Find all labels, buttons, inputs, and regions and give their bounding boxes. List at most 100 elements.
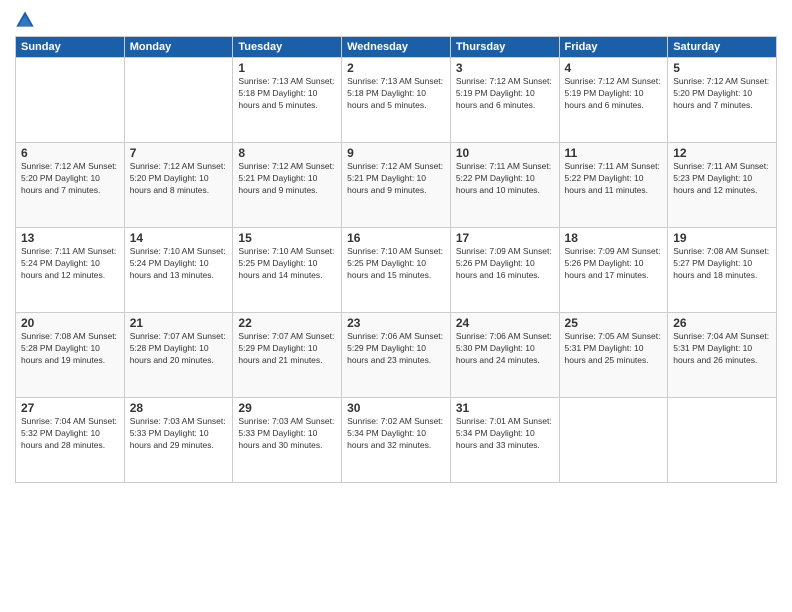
day-info: Sunrise: 7:12 AM Sunset: 5:20 PM Dayligh…	[21, 161, 119, 197]
header-day-monday: Monday	[124, 37, 233, 58]
day-cell: 23Sunrise: 7:06 AM Sunset: 5:29 PM Dayli…	[342, 313, 451, 398]
day-info: Sunrise: 7:03 AM Sunset: 5:33 PM Dayligh…	[130, 416, 228, 452]
day-cell: 31Sunrise: 7:01 AM Sunset: 5:34 PM Dayli…	[450, 398, 559, 483]
calendar: SundayMondayTuesdayWednesdayThursdayFrid…	[15, 36, 777, 483]
day-info: Sunrise: 7:11 AM Sunset: 5:22 PM Dayligh…	[565, 161, 663, 197]
day-number: 29	[238, 401, 336, 415]
day-info: Sunrise: 7:04 AM Sunset: 5:31 PM Dayligh…	[673, 331, 771, 367]
day-info: Sunrise: 7:07 AM Sunset: 5:28 PM Dayligh…	[130, 331, 228, 367]
day-info: Sunrise: 7:12 AM Sunset: 5:19 PM Dayligh…	[565, 76, 663, 112]
day-cell	[16, 58, 125, 143]
day-number: 10	[456, 146, 554, 160]
day-cell: 21Sunrise: 7:07 AM Sunset: 5:28 PM Dayli…	[124, 313, 233, 398]
day-info: Sunrise: 7:11 AM Sunset: 5:23 PM Dayligh…	[673, 161, 771, 197]
day-info: Sunrise: 7:06 AM Sunset: 5:30 PM Dayligh…	[456, 331, 554, 367]
day-number: 24	[456, 316, 554, 330]
day-info: Sunrise: 7:08 AM Sunset: 5:28 PM Dayligh…	[21, 331, 119, 367]
day-number: 15	[238, 231, 336, 245]
day-cell: 26Sunrise: 7:04 AM Sunset: 5:31 PM Dayli…	[668, 313, 777, 398]
day-info: Sunrise: 7:12 AM Sunset: 5:19 PM Dayligh…	[456, 76, 554, 112]
day-cell: 20Sunrise: 7:08 AM Sunset: 5:28 PM Dayli…	[16, 313, 125, 398]
day-cell: 19Sunrise: 7:08 AM Sunset: 5:27 PM Dayli…	[668, 228, 777, 313]
day-info: Sunrise: 7:04 AM Sunset: 5:32 PM Dayligh…	[21, 416, 119, 452]
day-number: 4	[565, 61, 663, 75]
day-info: Sunrise: 7:12 AM Sunset: 5:21 PM Dayligh…	[347, 161, 445, 197]
day-info: Sunrise: 7:08 AM Sunset: 5:27 PM Dayligh…	[673, 246, 771, 282]
day-cell: 15Sunrise: 7:10 AM Sunset: 5:25 PM Dayli…	[233, 228, 342, 313]
logo-icon	[15, 10, 35, 30]
day-number: 7	[130, 146, 228, 160]
day-cell: 16Sunrise: 7:10 AM Sunset: 5:25 PM Dayli…	[342, 228, 451, 313]
day-info: Sunrise: 7:06 AM Sunset: 5:29 PM Dayligh…	[347, 331, 445, 367]
day-number: 3	[456, 61, 554, 75]
calendar-header: SundayMondayTuesdayWednesdayThursdayFrid…	[16, 37, 777, 58]
day-cell: 9Sunrise: 7:12 AM Sunset: 5:21 PM Daylig…	[342, 143, 451, 228]
page: SundayMondayTuesdayWednesdayThursdayFrid…	[0, 0, 792, 612]
day-number: 27	[21, 401, 119, 415]
day-cell: 11Sunrise: 7:11 AM Sunset: 5:22 PM Dayli…	[559, 143, 668, 228]
day-info: Sunrise: 7:11 AM Sunset: 5:22 PM Dayligh…	[456, 161, 554, 197]
header	[15, 10, 777, 30]
day-info: Sunrise: 7:12 AM Sunset: 5:20 PM Dayligh…	[130, 161, 228, 197]
day-info: Sunrise: 7:13 AM Sunset: 5:18 PM Dayligh…	[238, 76, 336, 112]
header-day-thursday: Thursday	[450, 37, 559, 58]
header-day-tuesday: Tuesday	[233, 37, 342, 58]
day-cell: 24Sunrise: 7:06 AM Sunset: 5:30 PM Dayli…	[450, 313, 559, 398]
day-number: 31	[456, 401, 554, 415]
day-info: Sunrise: 7:09 AM Sunset: 5:26 PM Dayligh…	[456, 246, 554, 282]
day-cell: 2Sunrise: 7:13 AM Sunset: 5:18 PM Daylig…	[342, 58, 451, 143]
header-day-friday: Friday	[559, 37, 668, 58]
day-cell: 25Sunrise: 7:05 AM Sunset: 5:31 PM Dayli…	[559, 313, 668, 398]
day-number: 2	[347, 61, 445, 75]
day-number: 11	[565, 146, 663, 160]
day-cell: 18Sunrise: 7:09 AM Sunset: 5:26 PM Dayli…	[559, 228, 668, 313]
day-number: 22	[238, 316, 336, 330]
day-cell: 12Sunrise: 7:11 AM Sunset: 5:23 PM Dayli…	[668, 143, 777, 228]
day-cell: 28Sunrise: 7:03 AM Sunset: 5:33 PM Dayli…	[124, 398, 233, 483]
week-row-1: 1Sunrise: 7:13 AM Sunset: 5:18 PM Daylig…	[16, 58, 777, 143]
day-number: 20	[21, 316, 119, 330]
day-number: 6	[21, 146, 119, 160]
day-number: 12	[673, 146, 771, 160]
day-number: 19	[673, 231, 771, 245]
day-cell	[124, 58, 233, 143]
day-info: Sunrise: 7:11 AM Sunset: 5:24 PM Dayligh…	[21, 246, 119, 282]
day-cell: 13Sunrise: 7:11 AM Sunset: 5:24 PM Dayli…	[16, 228, 125, 313]
day-info: Sunrise: 7:12 AM Sunset: 5:20 PM Dayligh…	[673, 76, 771, 112]
logo	[15, 10, 38, 30]
day-cell: 4Sunrise: 7:12 AM Sunset: 5:19 PM Daylig…	[559, 58, 668, 143]
day-cell: 14Sunrise: 7:10 AM Sunset: 5:24 PM Dayli…	[124, 228, 233, 313]
day-cell: 5Sunrise: 7:12 AM Sunset: 5:20 PM Daylig…	[668, 58, 777, 143]
day-info: Sunrise: 7:05 AM Sunset: 5:31 PM Dayligh…	[565, 331, 663, 367]
day-number: 16	[347, 231, 445, 245]
day-cell: 22Sunrise: 7:07 AM Sunset: 5:29 PM Dayli…	[233, 313, 342, 398]
day-number: 28	[130, 401, 228, 415]
day-cell: 1Sunrise: 7:13 AM Sunset: 5:18 PM Daylig…	[233, 58, 342, 143]
day-number: 26	[673, 316, 771, 330]
day-info: Sunrise: 7:12 AM Sunset: 5:21 PM Dayligh…	[238, 161, 336, 197]
header-day-sunday: Sunday	[16, 37, 125, 58]
day-cell: 27Sunrise: 7:04 AM Sunset: 5:32 PM Dayli…	[16, 398, 125, 483]
day-number: 30	[347, 401, 445, 415]
week-row-2: 6Sunrise: 7:12 AM Sunset: 5:20 PM Daylig…	[16, 143, 777, 228]
day-cell	[559, 398, 668, 483]
day-number: 14	[130, 231, 228, 245]
day-info: Sunrise: 7:07 AM Sunset: 5:29 PM Dayligh…	[238, 331, 336, 367]
calendar-body: 1Sunrise: 7:13 AM Sunset: 5:18 PM Daylig…	[16, 58, 777, 483]
day-number: 1	[238, 61, 336, 75]
day-info: Sunrise: 7:09 AM Sunset: 5:26 PM Dayligh…	[565, 246, 663, 282]
day-cell: 10Sunrise: 7:11 AM Sunset: 5:22 PM Dayli…	[450, 143, 559, 228]
header-row: SundayMondayTuesdayWednesdayThursdayFrid…	[16, 37, 777, 58]
day-number: 13	[21, 231, 119, 245]
day-info: Sunrise: 7:10 AM Sunset: 5:25 PM Dayligh…	[347, 246, 445, 282]
day-number: 21	[130, 316, 228, 330]
day-number: 18	[565, 231, 663, 245]
day-info: Sunrise: 7:10 AM Sunset: 5:24 PM Dayligh…	[130, 246, 228, 282]
day-cell: 17Sunrise: 7:09 AM Sunset: 5:26 PM Dayli…	[450, 228, 559, 313]
day-number: 8	[238, 146, 336, 160]
week-row-4: 20Sunrise: 7:08 AM Sunset: 5:28 PM Dayli…	[16, 313, 777, 398]
week-row-5: 27Sunrise: 7:04 AM Sunset: 5:32 PM Dayli…	[16, 398, 777, 483]
day-cell: 30Sunrise: 7:02 AM Sunset: 5:34 PM Dayli…	[342, 398, 451, 483]
day-info: Sunrise: 7:01 AM Sunset: 5:34 PM Dayligh…	[456, 416, 554, 452]
day-cell: 6Sunrise: 7:12 AM Sunset: 5:20 PM Daylig…	[16, 143, 125, 228]
